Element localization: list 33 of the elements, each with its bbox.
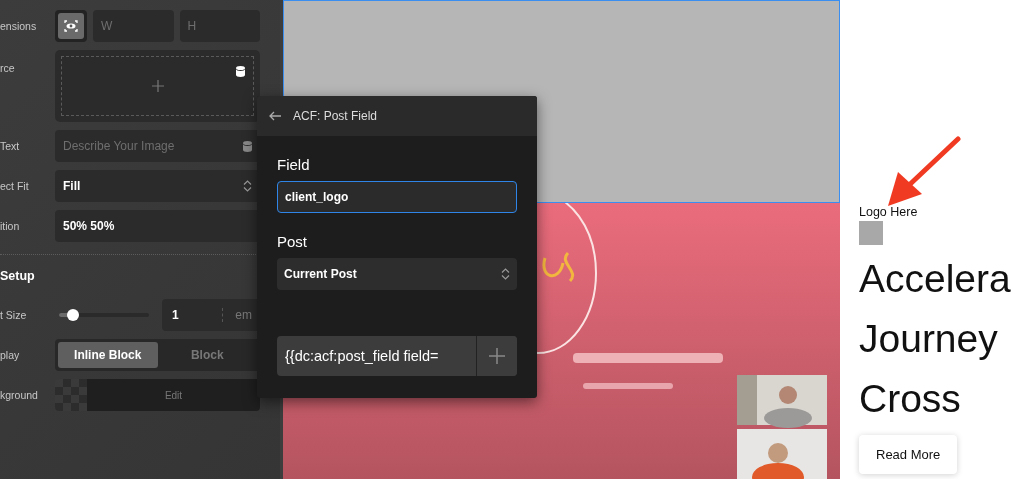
transparency-swatch[interactable] bbox=[55, 379, 87, 411]
field-label: Text bbox=[0, 140, 21, 152]
slider-thumb[interactable] bbox=[66, 309, 79, 321]
eye-icon bbox=[64, 20, 78, 32]
font-size-field[interactable]: 1 em bbox=[162, 299, 260, 331]
field-input[interactable]: client_logo bbox=[277, 181, 517, 213]
plus-icon bbox=[151, 80, 164, 92]
field-label: ect Fit bbox=[0, 180, 30, 192]
edit-button[interactable]: Edit bbox=[87, 379, 260, 411]
chevron-icon bbox=[243, 180, 252, 192]
post-select[interactable]: Current Post bbox=[277, 258, 517, 290]
read-more-button[interactable]: Read More bbox=[859, 435, 958, 474]
chevron-icon bbox=[501, 268, 510, 280]
database-icon[interactable] bbox=[236, 66, 245, 77]
field-label: t Size bbox=[0, 309, 28, 321]
display-option[interactable]: Inline Block bbox=[58, 342, 158, 368]
field-label: rce bbox=[0, 61, 16, 74]
field-label: play bbox=[0, 349, 21, 361]
back-arrow-icon[interactable] bbox=[269, 111, 281, 121]
field-label: ition bbox=[0, 220, 21, 232]
object-fit-select[interactable]: Fill bbox=[55, 170, 260, 202]
logo-placeholder bbox=[859, 221, 883, 245]
section-title: Setup bbox=[0, 269, 36, 283]
field-label: ensions bbox=[0, 20, 38, 32]
logo-label: Logo Here bbox=[859, 205, 918, 219]
popup-title: ACF: Post Field bbox=[293, 109, 378, 123]
fit-toggle[interactable] bbox=[58, 13, 84, 39]
field-label: Post bbox=[277, 233, 308, 250]
field-label: Field bbox=[277, 156, 311, 173]
field-label: kground bbox=[0, 389, 39, 401]
position-field[interactable]: 50% 50% bbox=[55, 210, 260, 242]
plus-icon bbox=[489, 348, 505, 364]
heading: Accelera Journey Cross bbox=[859, 256, 1011, 422]
